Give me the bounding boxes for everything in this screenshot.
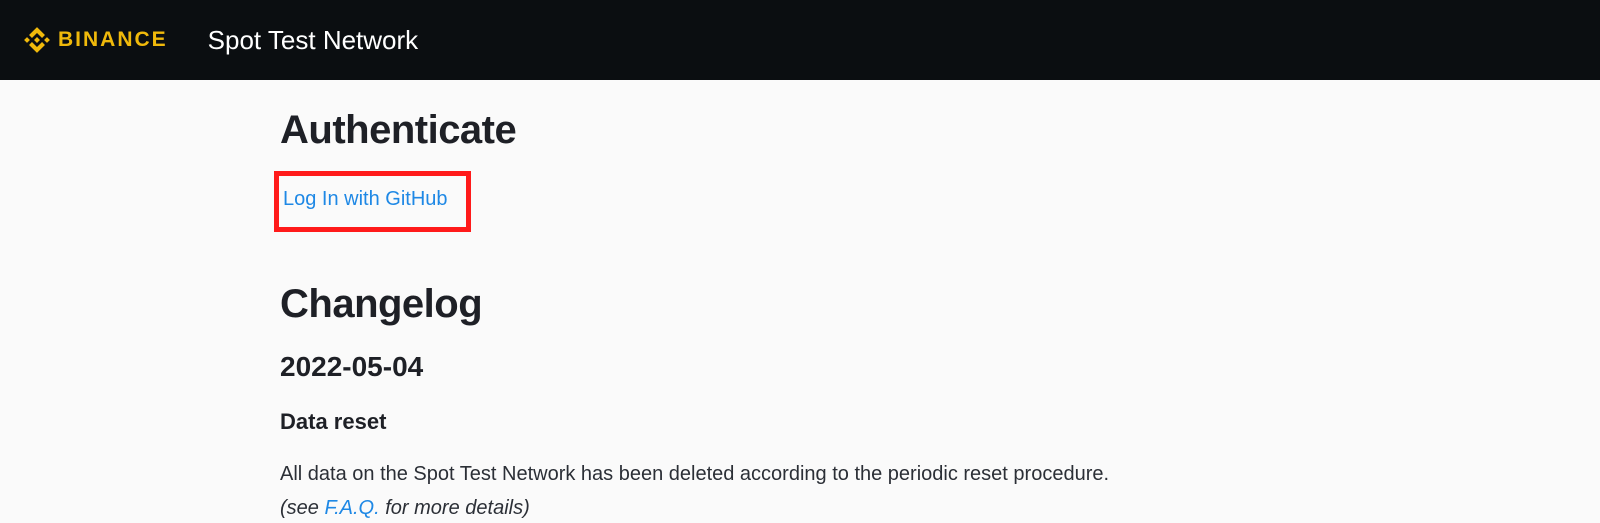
changelog-subheading: Data reset <box>280 409 1320 435</box>
main-content: Authenticate Log In with GitHub Changelo… <box>280 80 1320 523</box>
changelog-see-more: (see F.A.Q. for more details) <box>280 493 1320 523</box>
login-github-link[interactable]: Log In with GitHub <box>283 188 448 210</box>
auth-heading: Authenticate <box>280 108 1320 153</box>
binance-icon <box>24 27 50 53</box>
faq-link[interactable]: F.A.Q. <box>324 497 379 519</box>
changelog-date: 2022-05-04 <box>280 351 1320 383</box>
page-title: Spot Test Network <box>208 25 419 56</box>
see-prefix: (see <box>280 497 324 519</box>
brand-logo[interactable]: BINANCE <box>24 27 168 53</box>
changelog-heading: Changelog <box>280 282 1320 327</box>
login-highlight-box: Log In with GitHub <box>274 171 471 232</box>
changelog-body: All data on the Spot Test Network has be… <box>280 459 1320 489</box>
app-header: BINANCE Spot Test Network <box>0 0 1600 80</box>
see-suffix: for more details) <box>380 497 530 519</box>
brand-name: BINANCE <box>58 28 168 52</box>
